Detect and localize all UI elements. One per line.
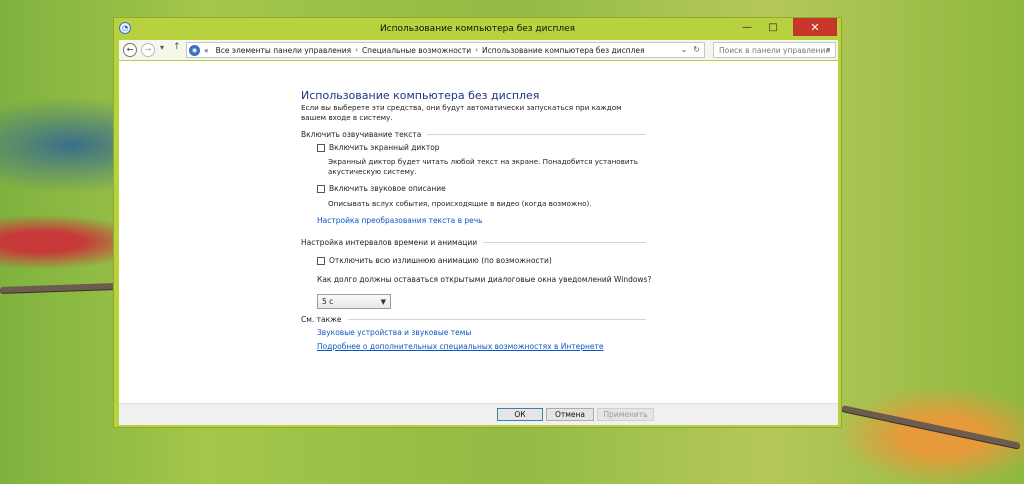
audio-description-checkbox[interactable] (317, 184, 325, 193)
navigation-bar: ← → ▾ ↑ ◉ « Все элементы панели управлен… (119, 40, 838, 60)
breadcrumb-all-items[interactable]: Все элементы панели управления (216, 46, 352, 55)
audio-description-label[interactable]: Включить звуковое описание (329, 184, 446, 193)
narrator-description: Экранный диктор будет читать любой текст… (328, 157, 639, 176)
notification-duration-select[interactable]: 5 с ▼ (317, 294, 391, 309)
narrator-option[interactable]: Включить экранный диктор (317, 143, 440, 152)
section-timing-label: Настройка интервалов времени и анимации (301, 238, 478, 247)
apply-button[interactable]: Применить (597, 408, 654, 421)
animations-option[interactable]: Отключить всю излишнюю анимацию (по возм… (317, 256, 552, 265)
audio-description-text: Описывать вслух события, происходящие в … (328, 199, 592, 208)
breadcrumb-overflow[interactable]: « (204, 46, 209, 55)
breadcrumb-separator[interactable]: › (475, 46, 478, 54)
chevron-down-icon: ▼ (380, 298, 386, 306)
control-panel-window: ◔ Использование компьютера без дисплея —… (113, 17, 842, 428)
sound-devices-link[interactable]: Звуковые устройства и звуковые темы (317, 328, 471, 337)
breadcrumb-current[interactable]: Использование компьютера без дисплея (482, 46, 645, 55)
section-see-also-label: См. также (301, 315, 342, 324)
breadcrumb-separator[interactable]: › (355, 46, 358, 54)
minimize-button[interactable]: — (735, 18, 759, 36)
intro-text: Если вы выберете эти средства, они будут… (301, 103, 622, 122)
search-icon[interactable]: ⌕ (826, 45, 831, 55)
narrator-checkbox[interactable] (317, 143, 325, 152)
audio-description-option[interactable]: Включить звуковое описание (317, 184, 446, 193)
desktop-branch-left (0, 282, 116, 294)
section-divider (427, 134, 646, 135)
animations-checkbox[interactable] (317, 256, 325, 265)
control-panel-icon: ◉ (189, 44, 200, 56)
address-dropdown-icon[interactable]: ⌄ (681, 45, 688, 54)
refresh-icon[interactable]: ↻ (693, 45, 700, 54)
narrator-label[interactable]: Включить экранный диктор (329, 143, 440, 152)
close-button[interactable]: ✕ (793, 18, 837, 36)
section-speech-label: Включить озвучивание текста (301, 130, 422, 139)
back-button[interactable]: ← (123, 43, 137, 57)
section-divider (347, 319, 646, 320)
section-see-also-header: См. также (301, 315, 646, 324)
maximize-button[interactable]: □ (761, 18, 785, 36)
notification-duration-value: 5 с (322, 297, 334, 306)
animations-label[interactable]: Отключить всю излишнюю анимацию (по возм… (329, 256, 552, 265)
section-timing-header: Настройка интервалов времени и анимации (301, 238, 646, 247)
ok-button[interactable]: ОК (497, 408, 543, 421)
recent-locations-button[interactable]: ▾ (160, 44, 164, 52)
page-title: Использование компьютера без дисплея (301, 89, 540, 102)
content-pane: Использование компьютера без дисплея Есл… (119, 61, 838, 403)
forward-button[interactable]: → (141, 43, 155, 57)
tts-settings-link[interactable]: Настройка преобразования текста в речь (317, 216, 483, 225)
section-speech-header: Включить озвучивание текста (301, 130, 646, 139)
dialog-footer: ОК Отмена Применить (119, 403, 838, 425)
up-button[interactable]: ↑ (173, 43, 181, 52)
address-bar[interactable]: ◉ « Все элементы панели управления › Спе… (186, 42, 705, 58)
section-divider (483, 242, 646, 243)
search-input[interactable]: Поиск в панели управления ⌕ (713, 42, 836, 58)
notification-duration-question: Как долго должны оставаться открытыми ди… (317, 275, 652, 284)
title-bar[interactable]: ◔ Использование компьютера без дисплея —… (114, 18, 841, 39)
breadcrumb-ease-of-access[interactable]: Специальные возможности (362, 46, 471, 55)
window-title: Использование компьютера без дисплея (379, 24, 576, 34)
more-accessibility-link[interactable]: Подробнее о дополнительных специальных в… (317, 342, 604, 351)
cancel-button[interactable]: Отмена (546, 408, 594, 421)
search-placeholder: Поиск в панели управления (719, 45, 830, 55)
desktop-branch-right (841, 405, 1021, 449)
